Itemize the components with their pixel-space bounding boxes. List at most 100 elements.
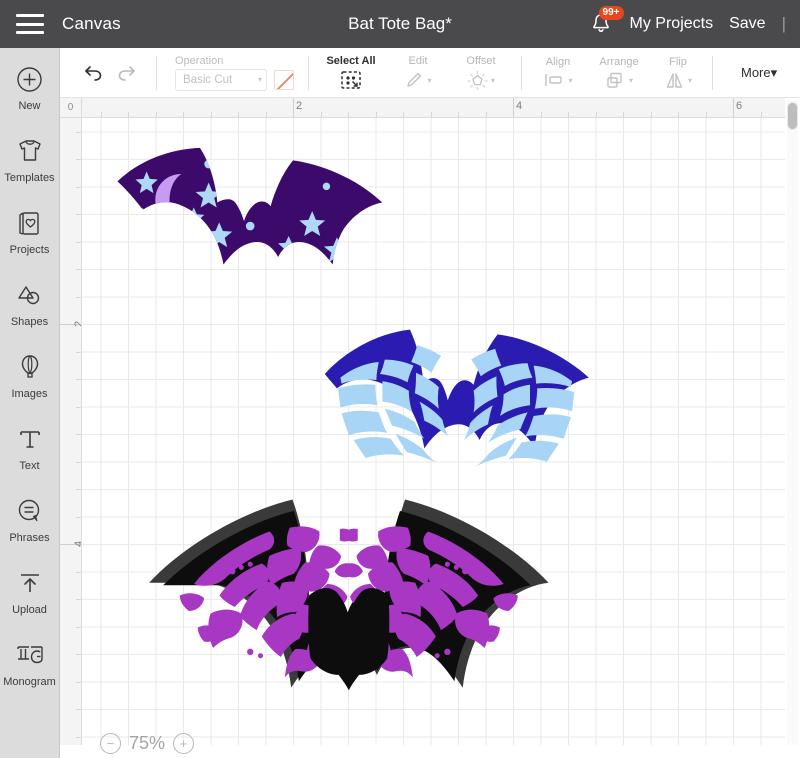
chevron-down-icon[interactable]: ▾ <box>491 76 495 85</box>
sidebar-item-upload[interactable]: Upload <box>0 566 60 638</box>
sidebar-item-text[interactable]: Text <box>0 422 60 494</box>
horizontal-ruler[interactable]: 0246 <box>82 98 785 118</box>
vertical-ruler[interactable]: 024 <box>60 118 82 745</box>
sidebar-item-shapes[interactable]: Shapes <box>0 278 60 350</box>
design-canvas[interactable] <box>82 118 785 745</box>
edit-label: Edit <box>409 55 428 67</box>
redo-button[interactable] <box>110 57 142 89</box>
sidebar-item-images[interactable]: Images <box>0 350 60 422</box>
sidebar-label-shapes: Shapes <box>11 316 48 328</box>
select-all-dashed-icon <box>340 70 362 90</box>
starry-night-bat[interactable] <box>118 148 383 265</box>
edit-toolbar: Operation Basic Cut ▾ Select All <box>60 48 800 98</box>
redo-arrow-icon <box>115 64 137 82</box>
ruler-minor-tick <box>348 112 349 117</box>
zoom-in-button[interactable]: + <box>173 733 194 754</box>
my-projects-link[interactable]: My Projects <box>630 15 714 33</box>
edit-group[interactable]: Edit ▾ <box>395 55 441 90</box>
chevron-down-icon[interactable]: ▾ <box>688 76 692 85</box>
top-bar: Canvas Bat Tote Bag* 99+ My Projects Sav… <box>0 0 800 48</box>
more-button[interactable]: More▾ <box>741 65 777 81</box>
ruler-minor-tick <box>623 112 624 117</box>
chevron-down-icon: ▾ <box>258 75 262 84</box>
ruler-corner-label: 0 <box>68 102 74 113</box>
bat1-body <box>118 148 383 265</box>
ruler-minor-tick <box>76 517 81 518</box>
sidebar-label-phrases: Phrases <box>9 532 49 544</box>
ruler-minor-tick <box>76 214 81 215</box>
ruler-corner: 0 <box>60 98 82 118</box>
sidebar-label-monogram: Monogram <box>3 676 56 688</box>
sidebar-item-new[interactable]: New <box>0 62 60 134</box>
text-t-icon <box>17 422 43 456</box>
operation-select[interactable]: Basic Cut ▾ <box>175 69 267 91</box>
vertical-scroll-thumb[interactable] <box>787 102 798 130</box>
ruler-minor-tick <box>266 112 267 117</box>
ruler-minor-tick <box>76 407 81 408</box>
ruler-minor-tick <box>678 112 679 117</box>
canvas-vertical-scrollbar[interactable] <box>787 100 798 745</box>
ruler-tick-label: 4 <box>73 541 82 547</box>
chevron-down-icon[interactable]: ▾ <box>629 76 633 85</box>
flip-group[interactable]: Flip ▾ <box>658 56 698 90</box>
sidebar-label-new: New <box>18 100 40 112</box>
ruler-minor-tick <box>596 112 597 117</box>
align-label: Align <box>546 56 570 68</box>
ruler-minor-tick <box>431 112 432 117</box>
zoom-out-button[interactable]: − <box>100 733 121 754</box>
arrange-group[interactable]: Arrange ▾ <box>590 56 648 90</box>
top-bar-divider: | <box>782 14 786 34</box>
spiderweb-bat[interactable] <box>325 330 589 467</box>
ruler-minor-tick <box>706 112 707 117</box>
ruler-minor-tick <box>76 132 81 133</box>
ruler-minor-tick <box>76 572 81 573</box>
align-group[interactable]: Align ▾ <box>536 56 580 89</box>
undo-button[interactable] <box>78 57 110 89</box>
canvas-label[interactable]: Canvas <box>62 14 121 34</box>
canvas-artwork-layer <box>82 118 785 745</box>
notification-badge: 99+ <box>599 6 624 20</box>
hamburger-menu-icon[interactable] <box>16 14 44 34</box>
ruler-minor-tick <box>101 112 102 117</box>
ruler-minor-tick <box>76 297 81 298</box>
chevron-down-icon[interactable]: ▾ <box>427 76 431 85</box>
sidebar-label-templates: Templates <box>4 172 54 184</box>
bat3-head-body <box>308 588 389 690</box>
flip-label: Flip <box>669 56 687 68</box>
sidebar-item-projects[interactable]: Projects <box>0 206 60 278</box>
offset-group[interactable]: Offset ▾ <box>455 55 507 90</box>
sidebar-item-templates[interactable]: Templates <box>0 134 60 206</box>
select-all-group[interactable]: Select All <box>323 55 379 90</box>
sidebar-item-phrases[interactable]: Phrases <box>0 494 60 566</box>
ruler-minor-tick <box>321 112 322 117</box>
sidebar-label-upload: Upload <box>12 604 47 616</box>
sidebar-label-images: Images <box>11 388 47 400</box>
hot-air-balloon-icon <box>18 350 42 384</box>
ruler-minor-tick <box>76 654 81 655</box>
filigree-bat[interactable] <box>149 500 548 691</box>
plus-circle-icon <box>16 62 43 96</box>
ruler-minor-tick <box>403 112 404 117</box>
operation-value: Basic Cut <box>183 74 232 86</box>
ruler-tick-label: 4 <box>513 100 522 112</box>
ruler-minor-tick <box>76 159 81 160</box>
toolbar-divider-1 <box>156 56 157 90</box>
card-heart-icon <box>18 206 42 240</box>
ruler-minor-tick <box>183 112 184 117</box>
ruler-minor-tick <box>76 242 81 243</box>
sidebar-item-monogram[interactable]: Monogram <box>0 638 60 710</box>
zoom-control: − 75% + <box>100 733 194 754</box>
save-button[interactable]: Save <box>729 15 765 33</box>
more-label: More <box>741 65 771 80</box>
notifications-button[interactable]: 99+ <box>588 10 614 38</box>
ruler-minor-tick <box>76 379 81 380</box>
ruler-minor-tick <box>76 269 81 270</box>
sidebar-label-projects: Projects <box>10 244 50 256</box>
ruler-minor-tick <box>238 112 239 117</box>
ruler-minor-tick <box>76 627 81 628</box>
chevron-down-icon[interactable]: ▾ <box>568 76 572 85</box>
upload-arrow-icon <box>17 566 43 600</box>
ruler-minor-tick <box>76 599 81 600</box>
ruler-minor-tick <box>76 709 81 710</box>
no-color-swatch[interactable] <box>274 70 294 90</box>
